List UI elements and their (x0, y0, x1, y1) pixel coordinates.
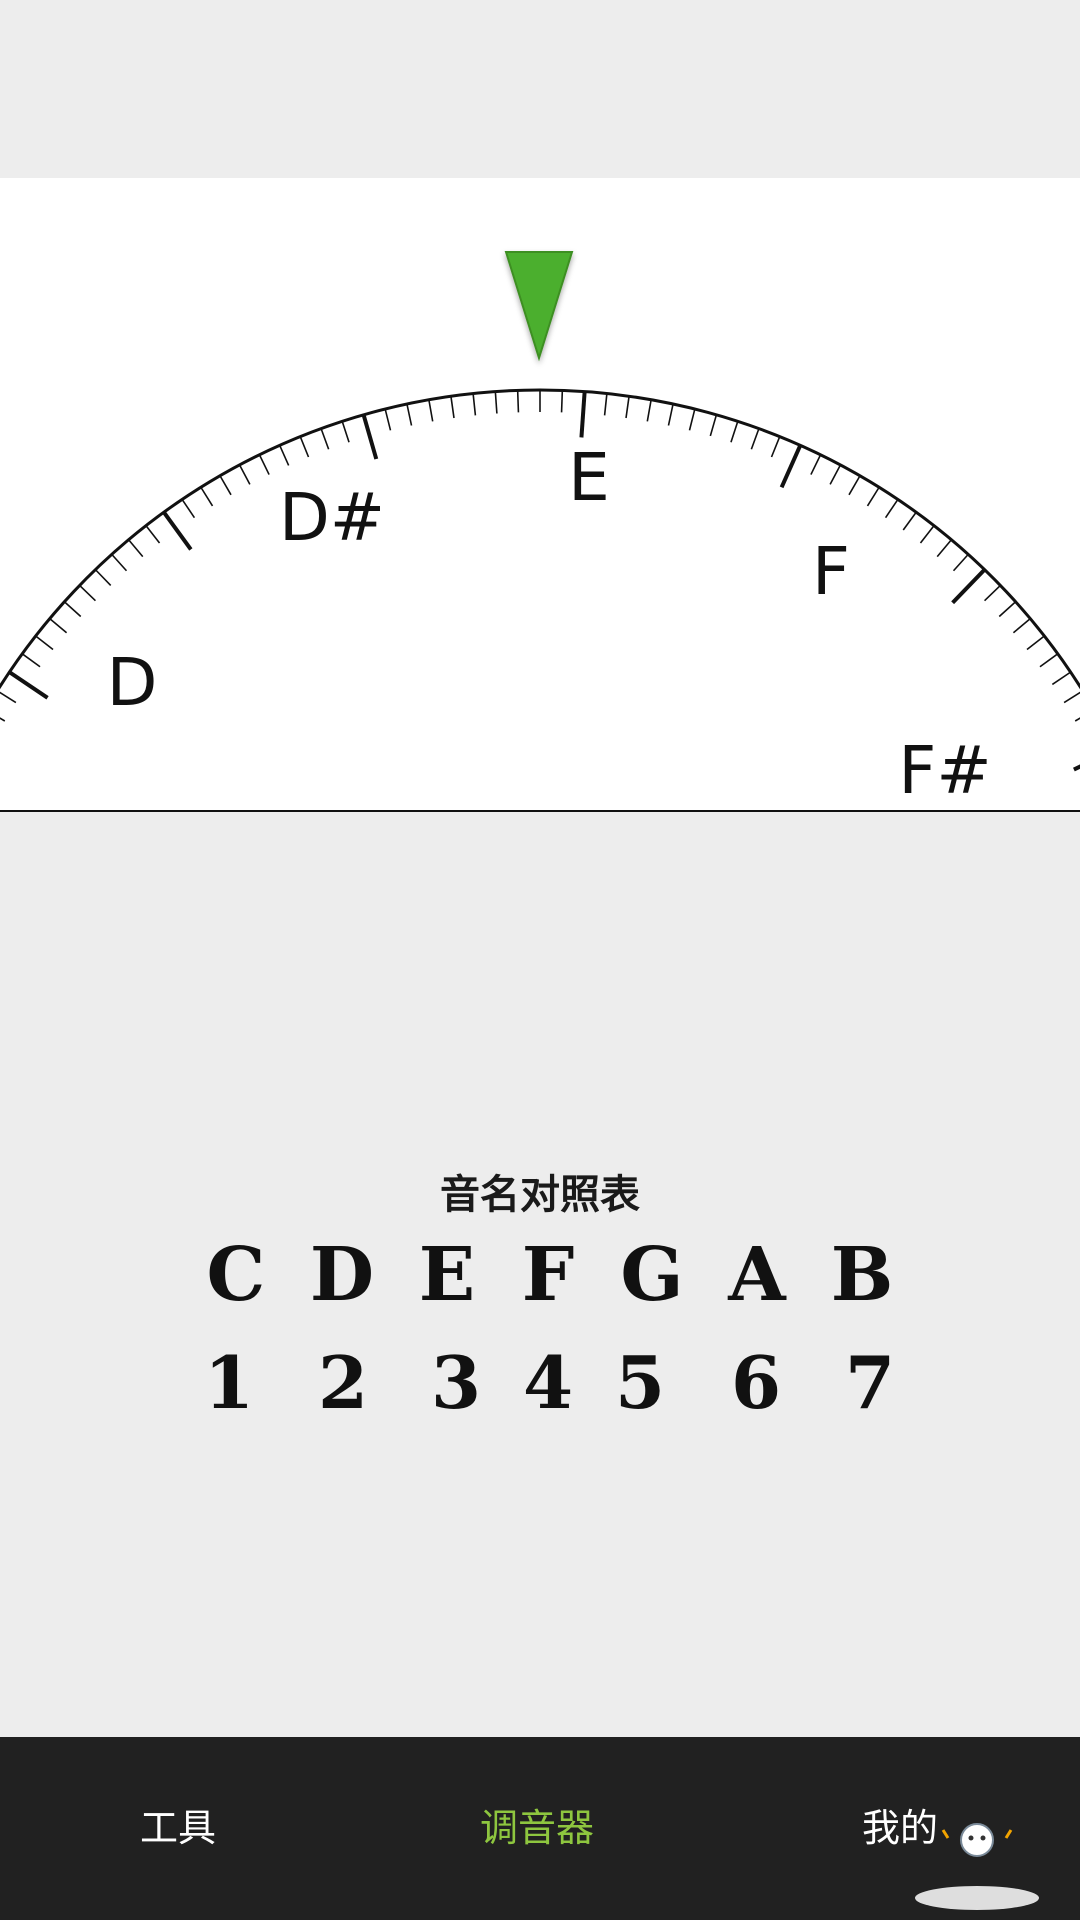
dial-major-tick (951, 568, 987, 605)
dial-minor-tick (952, 553, 969, 572)
note-number: 1 (203, 1340, 255, 1425)
dial-minor-tick (625, 396, 630, 419)
note-number: 2 (317, 1340, 369, 1425)
note-letter: B (830, 1232, 894, 1318)
dial-note-label: E (568, 439, 610, 516)
dial-minor-tick (145, 525, 161, 544)
dial-minor-tick (829, 464, 842, 485)
dial-major-tick (779, 444, 803, 489)
top-blank-area (0, 0, 1080, 178)
dial-minor-tick (1026, 635, 1045, 651)
dial-minor-tick (1012, 618, 1031, 634)
note-letter: E (418, 1232, 476, 1318)
dial-note-label: D (107, 644, 158, 721)
note-letter: G (620, 1232, 684, 1318)
dial-minor-tick (516, 390, 520, 413)
dial-minor-tick (770, 436, 781, 458)
dial-minor-tick (63, 601, 82, 618)
dial-minor-tick (384, 408, 392, 431)
note-letter: A (728, 1232, 786, 1318)
dial-arc (0, 388, 1080, 690)
dial-minor-tick (1051, 671, 1072, 686)
dial-minor-tick (494, 391, 498, 414)
dial-minor-tick (472, 393, 477, 416)
dial-minor-tick (866, 486, 880, 507)
dial-minor-tick (341, 421, 350, 443)
dial-minor-tick (49, 618, 68, 634)
dial-minor-tick (667, 403, 674, 426)
dial-minor-tick (1074, 717, 1080, 722)
dial-minor-tick (560, 390, 564, 413)
dial-minor-tick (79, 584, 97, 602)
dial-note-label: F (812, 533, 850, 610)
dial-note-label: F# (898, 732, 991, 809)
dial-minor-tick (219, 475, 232, 496)
dial-minor-tick (200, 486, 214, 507)
dial-minor-tick (450, 396, 455, 419)
pitch-indicator-icon (504, 251, 574, 362)
dial-major-tick (162, 511, 193, 551)
note-number: 6 (730, 1340, 782, 1425)
dial-minor-tick (111, 553, 128, 572)
tuner-dial-panel: D D# E F F# (0, 178, 1080, 812)
dial-minor-tick (646, 399, 652, 422)
dial-minor-tick (258, 454, 270, 475)
dial-minor-tick (128, 539, 144, 558)
nav-tab-tools[interactable]: 工具 (140, 1737, 216, 1920)
note-letter: C (206, 1232, 266, 1318)
dial-minor-tick (21, 653, 41, 668)
dial-minor-tick (810, 454, 822, 475)
note-number: 5 (614, 1340, 666, 1425)
dial-minor-tick (603, 393, 608, 416)
dial-major-tick (1073, 764, 1080, 772)
nav-tab-tuner[interactable]: 调音器 (480, 1737, 594, 1920)
dial-minor-tick (94, 569, 112, 587)
dial-note-label: D# (279, 479, 385, 556)
dial-minor-tick (902, 511, 917, 531)
dial-minor-tick (1063, 691, 1080, 704)
note-letter-row: C D E F G A B (0, 1232, 1080, 1332)
dial-minor-tick (299, 436, 310, 458)
note-letter: F (521, 1232, 575, 1318)
note-number: 7 (844, 1340, 896, 1425)
watermark-logo (915, 1823, 1039, 1910)
dial-minor-tick (919, 525, 935, 544)
dial-minor-tick (406, 403, 413, 426)
dial-minor-tick (278, 445, 290, 466)
dial-minor-tick (884, 498, 899, 519)
dial-minor-tick (750, 428, 760, 450)
note-chart-title: 音名对照表 (440, 1171, 640, 1218)
dial-minor-tick (848, 475, 861, 496)
dial-minor-tick (998, 601, 1017, 618)
dial-minor-tick (320, 428, 330, 450)
dial-minor-tick (35, 635, 54, 651)
dial-major-tick (579, 391, 587, 438)
note-letter: D (309, 1232, 375, 1318)
tuner-dial: D D# E F F# (0, 251, 1080, 809)
dial-minor-tick (238, 464, 251, 485)
dial-minor-tick (181, 498, 196, 519)
dial-minor-tick (0, 717, 6, 722)
dial-minor-tick (936, 539, 952, 558)
note-number-row: 1 2 3 4 5 6 7 (0, 1340, 1080, 1440)
dial-minor-tick (1039, 653, 1059, 668)
dial-minor-tick (688, 408, 696, 431)
dial-minor-tick (983, 584, 1001, 602)
dial-minor-tick (428, 399, 434, 422)
dial-major-tick (361, 414, 379, 460)
dial-minor-tick (730, 421, 739, 443)
dial-major-tick (8, 670, 49, 700)
dial-minor-tick (709, 414, 718, 437)
dial-minor-tick (0, 691, 17, 704)
